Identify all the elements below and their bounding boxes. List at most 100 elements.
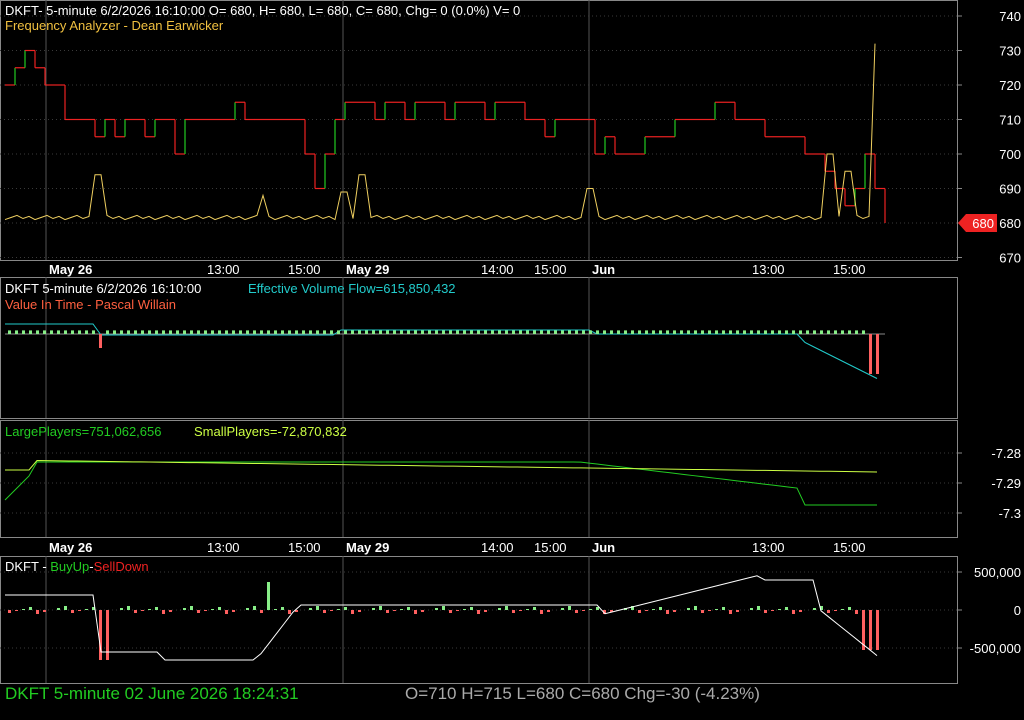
buy-sell-bar bbox=[750, 608, 753, 610]
buy-sell-bar bbox=[834, 610, 837, 611]
price-tick-label: 670 bbox=[999, 251, 1021, 266]
price-tick-label: 720 bbox=[999, 78, 1021, 93]
buy-sell-bar bbox=[253, 606, 256, 610]
buy-sell-bar bbox=[673, 610, 676, 612]
price-tick-label: 680 bbox=[999, 216, 1021, 231]
vit-bar bbox=[71, 330, 74, 334]
buy-sell-bar bbox=[729, 610, 732, 614]
vit-bar bbox=[344, 330, 347, 334]
vit-bar bbox=[260, 330, 263, 334]
buy-sell-bar bbox=[512, 610, 515, 613]
vit-bar bbox=[288, 330, 291, 334]
chart-canvas: 740 730 720 710 700 690 680 670 680 May 26 May 29 J… bbox=[0, 0, 1021, 684]
buy-sell-bar bbox=[15, 610, 18, 611]
buy-sell-bar bbox=[687, 608, 690, 610]
vit-bar bbox=[715, 330, 718, 334]
vit-bar bbox=[267, 330, 270, 334]
time-label-mid: 13:00 bbox=[207, 540, 240, 555]
vit-bar bbox=[372, 330, 375, 334]
buy-sell-bar bbox=[232, 610, 235, 612]
vit-bar bbox=[855, 330, 858, 334]
time-label-top: 13:00 bbox=[207, 262, 240, 277]
buy-sell-bar bbox=[757, 606, 760, 610]
buy-sell-bar bbox=[435, 608, 438, 610]
buy-sell-bar bbox=[638, 610, 641, 613]
vit-bar bbox=[29, 330, 32, 334]
buy-sell-bar bbox=[71, 610, 74, 613]
buy-sell-bar bbox=[211, 609, 214, 610]
vit-bar bbox=[113, 330, 116, 334]
p3-tick-label: -7.28 bbox=[991, 446, 1021, 461]
vit-bar bbox=[526, 330, 529, 334]
buy-sell-bar bbox=[708, 610, 711, 611]
buy-sell-bar bbox=[645, 610, 648, 611]
panel2-subtitle: Value In Time - Pascal Willain bbox=[5, 297, 176, 312]
vit-bar bbox=[57, 330, 60, 334]
buy-sell-bar bbox=[659, 607, 662, 610]
buy-sell-bar bbox=[533, 607, 536, 610]
vit-bar bbox=[764, 330, 767, 334]
buy-sell-bar bbox=[43, 610, 46, 612]
status-left: DKFT 5-minute 02 June 2026 18:24:31 bbox=[5, 684, 299, 703]
buy-sell-bar bbox=[309, 608, 312, 610]
vit-bar bbox=[491, 330, 494, 334]
p4-tick-label: -500,000 bbox=[970, 641, 1021, 656]
vit-bar bbox=[848, 330, 851, 334]
buy-sell-bar bbox=[267, 582, 270, 610]
vit-bar bbox=[155, 330, 158, 334]
buy-sell-bar bbox=[568, 606, 571, 610]
buy-sell-bar bbox=[771, 610, 774, 611]
buy-sell-bar bbox=[876, 610, 879, 650]
price-tick-label: 730 bbox=[999, 44, 1021, 59]
panel4-label: DKFT - BuyUp-SellDown bbox=[5, 559, 149, 574]
buy-sell-bar bbox=[813, 608, 816, 610]
buy-sell-bar bbox=[148, 609, 151, 610]
vit-bar bbox=[204, 330, 207, 334]
vit-bar bbox=[596, 330, 599, 334]
buy-sell-bar bbox=[484, 610, 487, 612]
vit-bar bbox=[456, 330, 459, 334]
p4-tick-label: 0 bbox=[1014, 603, 1021, 618]
buy-sell-bar bbox=[575, 610, 578, 613]
vit-bar bbox=[43, 330, 46, 334]
vit-bar bbox=[148, 330, 151, 334]
buy-sell-bar bbox=[386, 610, 389, 613]
vit-bar bbox=[463, 330, 466, 334]
vit-bar bbox=[540, 330, 543, 334]
vit-bar bbox=[869, 334, 872, 374]
vit-bar bbox=[225, 330, 228, 334]
vit-bar bbox=[78, 330, 81, 334]
vit-bar bbox=[876, 334, 879, 374]
vit-bar bbox=[645, 330, 648, 334]
vit-bar bbox=[652, 330, 655, 334]
panel2-header: DKFT 5-minute 6/2/2026 16:10:00 bbox=[5, 281, 202, 296]
vit-bar bbox=[617, 330, 620, 334]
vit-bar bbox=[351, 330, 354, 334]
buy-sell-bar bbox=[526, 609, 529, 610]
vit-bar bbox=[190, 330, 193, 334]
buy-sell-bar bbox=[582, 610, 585, 611]
buy-sell-bar bbox=[442, 606, 445, 610]
vit-bar bbox=[554, 330, 557, 334]
buy-sell-bar bbox=[85, 609, 88, 610]
vit-bar bbox=[736, 330, 739, 334]
buy-sell-bar bbox=[358, 610, 361, 612]
vit-bar bbox=[827, 330, 830, 334]
vit-bar bbox=[99, 334, 102, 348]
vit-bar bbox=[253, 330, 256, 334]
vit-bar bbox=[316, 330, 319, 334]
vit-bar bbox=[575, 330, 578, 334]
vit-bar bbox=[414, 330, 417, 334]
buy-sell-bar bbox=[246, 608, 249, 610]
buy-sell-bar bbox=[274, 609, 277, 610]
vit-bar bbox=[449, 330, 452, 334]
ticker-label: DKFT - bbox=[5, 559, 51, 574]
vit-bar bbox=[561, 330, 564, 334]
buy-sell-bar bbox=[351, 610, 354, 614]
buy-sell-bar bbox=[449, 610, 452, 613]
vit-bar bbox=[379, 330, 382, 334]
vit-bar bbox=[309, 330, 312, 334]
vit-bar bbox=[435, 330, 438, 334]
vit-bar bbox=[757, 330, 760, 334]
vit-bar bbox=[533, 330, 536, 334]
